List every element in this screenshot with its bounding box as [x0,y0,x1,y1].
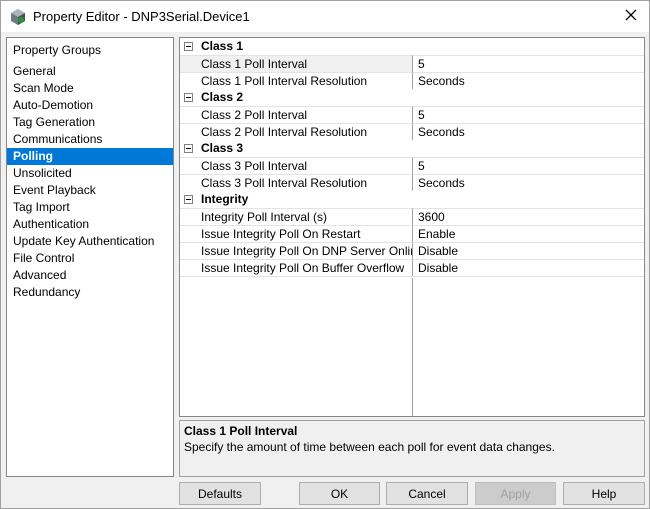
group-item-redundancy[interactable]: Redundancy [7,284,173,301]
ok-button[interactable]: OK [299,482,380,505]
collapse-icon[interactable] [184,195,193,204]
group-item-tag-generation[interactable]: Tag Generation [7,114,173,131]
property-row[interactable]: Class 1 Poll Interval 5 [180,55,644,72]
window-title: Property Editor - DNP3Serial.Device1 [33,9,250,24]
property-name[interactable]: Class 2 Poll Interval [180,106,413,123]
description-panel: Class 1 Poll Interval Specify the amount… [179,420,645,477]
property-row[interactable]: Class 2 Poll Interval 5 [180,106,644,123]
category-label: Class 3 [201,141,244,155]
grid-column-divider [412,278,413,416]
property-name[interactable]: Integrity Poll Interval (s) [180,208,413,225]
property-name[interactable]: Class 2 Poll Interval Resolution [180,123,413,140]
property-value[interactable]: 5 [413,106,644,123]
group-item-advanced[interactable]: Advanced [7,267,173,284]
property-row[interactable]: Integrity Poll Interval (s) 3600 [180,208,644,225]
property-row[interactable]: Class 2 Poll Interval Resolution Seconds [180,123,644,140]
description-title: Class 1 Poll Interval [184,424,298,438]
group-item-unsolicited[interactable]: Unsolicited [7,165,173,182]
property-editor-icon [9,8,27,26]
property-value[interactable]: Seconds [413,72,644,89]
property-row[interactable]: Class 3 Poll Interval Resolution Seconds [180,174,644,191]
cancel-button[interactable]: Cancel [386,482,468,505]
category-label: Integrity [201,192,249,206]
category-label: Class 1 [201,39,244,53]
group-item-update-key-authentication[interactable]: Update Key Authentication [7,233,173,250]
property-value[interactable]: Disable [413,259,644,276]
close-button[interactable] [613,1,649,32]
apply-button[interactable]: Apply [475,482,556,505]
property-value[interactable]: Enable [413,225,644,242]
property-editor-window: Property Editor - DNP3Serial.Device1 Pro… [0,0,650,509]
property-name[interactable]: Class 3 Poll Interval [180,157,413,174]
property-row[interactable]: Class 3 Poll Interval 5 [180,157,644,174]
property-name[interactable]: Class 1 Poll Interval Resolution [180,72,413,89]
group-item-communications[interactable]: Communications [7,131,173,148]
group-item-polling[interactable]: Polling [7,148,173,165]
property-groups-panel[interactable]: Property Groups General Scan Mode Auto-Dem… [6,37,174,477]
title-bar[interactable]: Property Editor - DNP3Serial.Device1 [1,1,649,32]
group-item-auto-demotion[interactable]: Auto-Demotion [7,97,173,114]
collapse-icon[interactable] [184,42,193,51]
defaults-button[interactable]: Defaults [179,482,261,505]
property-name[interactable]: Issue Integrity Poll On Buffer Overflow [180,259,413,276]
collapse-icon[interactable] [184,144,193,153]
help-button[interactable]: Help [563,482,645,505]
category-row[interactable]: Integrity [180,191,644,208]
property-name[interactable]: Issue Integrity Poll On DNP Server Onlin… [180,242,413,259]
property-value[interactable]: Seconds [413,174,644,191]
property-value[interactable]: Disable [413,242,644,259]
group-item-file-control[interactable]: File Control [7,250,173,267]
property-row[interactable]: Issue Integrity Poll On Restart Enable [180,225,644,242]
property-grid[interactable]: Class 1 Class 1 Poll Interval 5 Class 1 Pol… [179,37,645,417]
category-row[interactable]: Class 1 [180,38,644,55]
property-name[interactable]: Class 3 Poll Interval Resolution [180,174,413,191]
category-label: Class 2 [201,90,244,104]
property-value[interactable]: 5 [413,55,644,72]
property-value[interactable]: 3600 [413,208,644,225]
property-row[interactable]: Class 1 Poll Interval Resolution Seconds [180,72,644,89]
property-groups-list: General Scan Mode Auto-Demotion Tag Generat… [7,63,173,301]
group-item-general[interactable]: General [7,63,173,80]
group-item-event-playback[interactable]: Event Playback [7,182,173,199]
group-item-tag-import[interactable]: Tag Import [7,199,173,216]
property-value[interactable]: 5 [413,157,644,174]
group-item-scan-mode[interactable]: Scan Mode [7,80,173,97]
property-value[interactable]: Seconds [413,123,644,140]
category-row[interactable]: Class 2 [180,89,644,106]
category-row[interactable]: Class 3 [180,140,644,157]
grid-rows-end [180,276,644,277]
property-name[interactable]: Issue Integrity Poll On Restart [180,225,413,242]
close-icon [625,9,637,24]
property-row[interactable]: Issue Integrity Poll On DNP Server Onlin… [180,242,644,259]
property-row[interactable]: Issue Integrity Poll On Buffer Overflow D… [180,259,644,276]
collapse-icon[interactable] [184,93,193,102]
property-name[interactable]: Class 1 Poll Interval [180,55,413,72]
description-text: Specify the amount of time between each … [184,440,555,454]
property-groups-header: Property Groups [13,43,102,57]
group-item-authentication[interactable]: Authentication [7,216,173,233]
